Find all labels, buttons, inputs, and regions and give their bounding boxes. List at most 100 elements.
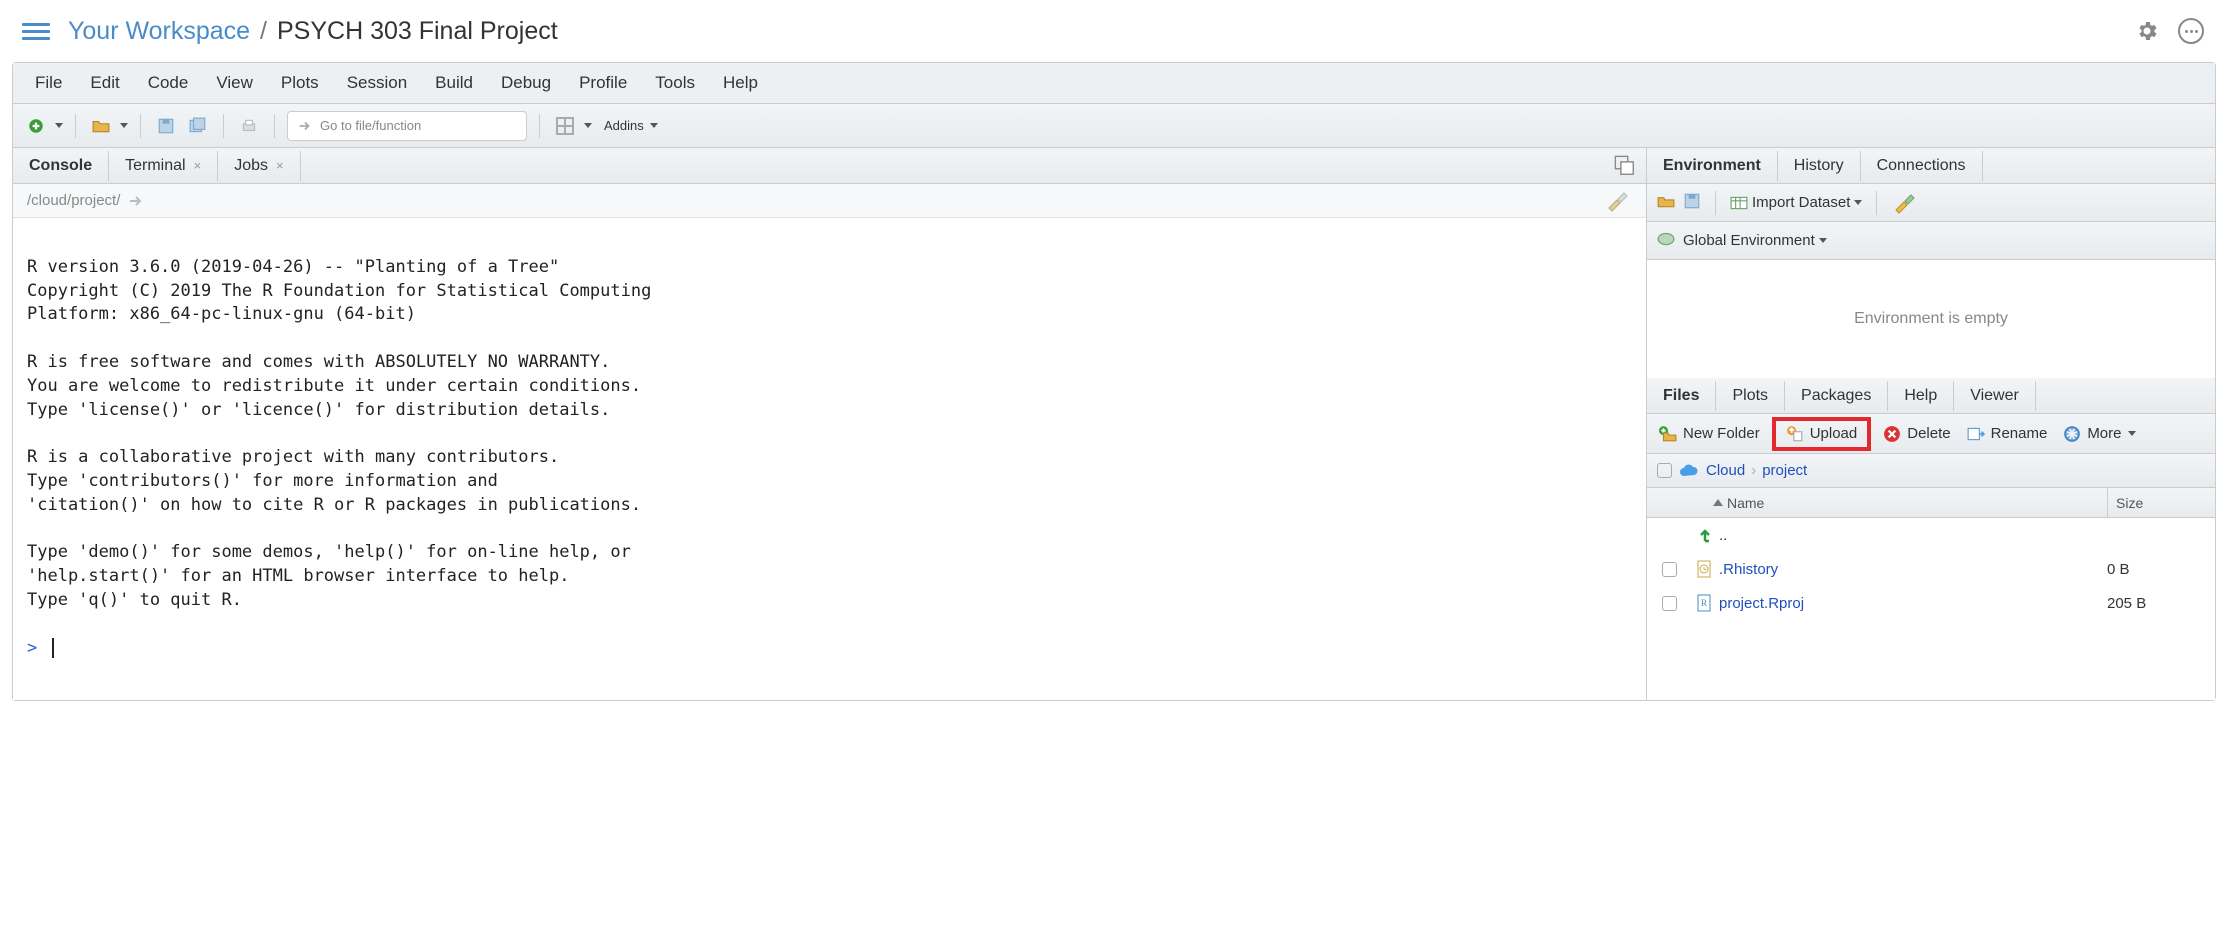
tab-connections[interactable]: Connections <box>1861 151 1983 181</box>
sort-asc-icon <box>1713 499 1723 506</box>
load-workspace-icon[interactable] <box>1657 192 1675 213</box>
clear-console-icon[interactable] <box>1604 188 1632 214</box>
console-path-row: /cloud/project/ <box>13 184 1646 218</box>
files-breadcrumb: Cloud › project <box>1647 454 2215 488</box>
file-checkbox[interactable] <box>1662 596 1677 611</box>
env-tabs: Environment History Connections <box>1647 148 2215 184</box>
save-workspace-icon[interactable] <box>1683 192 1701 213</box>
file-row[interactable]: .Rhistory 0 B <box>1647 552 2215 586</box>
upload-highlight: Upload <box>1772 417 1872 451</box>
goto-placeholder: Go to file/function <box>320 118 421 133</box>
import-dataset-button[interactable]: Import Dataset <box>1730 194 1862 212</box>
rhistory-file-icon <box>1691 560 1719 578</box>
new-file-caret[interactable] <box>55 123 63 128</box>
tab-plots-panel[interactable]: Plots <box>1716 381 1785 411</box>
save-all-icon[interactable] <box>185 113 211 139</box>
files-tabs: Files Plots Packages Help Viewer <box>1647 378 2215 414</box>
tab-environment[interactable]: Environment <box>1647 151 1778 181</box>
maximize-icon[interactable] <box>1614 155 1636 177</box>
print-icon[interactable] <box>236 113 262 139</box>
r-logo-icon <box>1657 230 1675 251</box>
gear-icon[interactable] <box>2132 16 2162 46</box>
tab-console[interactable]: Console <box>13 151 109 181</box>
tab-history[interactable]: History <box>1778 151 1861 181</box>
menu-file[interactable]: File <box>35 73 62 93</box>
crumb-cloud[interactable]: Cloud <box>1706 462 1745 479</box>
goto-file-input[interactable]: Go to file/function <box>287 111 527 141</box>
file-row-up[interactable]: .. <box>1647 518 2215 552</box>
tab-files[interactable]: Files <box>1647 381 1716 411</box>
env-empty-label: Environment is empty <box>1647 260 2215 378</box>
more-button[interactable]: More <box>2059 423 2139 445</box>
open-file-icon[interactable] <box>88 113 114 139</box>
file-list-header: Name Size <box>1647 488 2215 518</box>
addins-label: Addins <box>604 118 644 133</box>
tab-viewer[interactable]: Viewer <box>1954 381 2036 411</box>
close-icon[interactable]: × <box>276 158 284 173</box>
file-name: project.Rproj <box>1719 595 2107 612</box>
main-toolbar: Go to file/function Addins <box>13 104 2215 148</box>
menu-build[interactable]: Build <box>435 73 473 93</box>
crumb-project[interactable]: project <box>1762 462 1807 479</box>
new-file-icon[interactable] <box>23 113 49 139</box>
file-row[interactable]: R project.Rproj 205 B <box>1647 586 2215 620</box>
close-icon[interactable]: × <box>194 158 202 173</box>
env-toolbar: Import Dataset <box>1647 184 2215 222</box>
menubar: File Edit Code View Plots Session Build … <box>13 63 2215 104</box>
save-icon[interactable] <box>153 113 179 139</box>
menu-tools[interactable]: Tools <box>655 73 695 93</box>
svg-text:R: R <box>1701 598 1707 608</box>
new-folder-button[interactable]: New Folder <box>1655 423 1764 445</box>
project-title: PSYCH 303 Final Project <box>277 17 558 46</box>
left-column: Console Terminal× Jobs× /cloud/project/ … <box>13 148 1647 700</box>
menu-code[interactable]: Code <box>148 73 189 93</box>
path-arrow-icon[interactable] <box>128 194 144 208</box>
upload-button[interactable]: Upload <box>1782 423 1862 445</box>
tab-packages[interactable]: Packages <box>1785 381 1888 411</box>
console-path: /cloud/project/ <box>27 192 120 209</box>
addins-menu[interactable]: Addins <box>598 118 664 133</box>
rstudio-shell: File Edit Code View Plots Session Build … <box>12 62 2216 701</box>
console-output[interactable]: R version 3.6.0 (2019-04-26) -- "Plantin… <box>13 218 1646 700</box>
pane-layout-icon[interactable] <box>552 113 578 139</box>
delete-button[interactable]: Delete <box>1879 423 1954 445</box>
menu-profile[interactable]: Profile <box>579 73 627 93</box>
workspace-link[interactable]: Your Workspace <box>68 17 250 46</box>
breadcrumb-sep: / <box>250 17 277 46</box>
menu-debug[interactable]: Debug <box>501 73 551 93</box>
rproj-file-icon: R <box>1691 594 1719 612</box>
menu-help[interactable]: Help <box>723 73 758 93</box>
env-scope-toolbar: Global Environment <box>1647 222 2215 260</box>
tab-terminal[interactable]: Terminal× <box>109 151 218 181</box>
file-name: .Rhistory <box>1719 561 2107 578</box>
menu-edit[interactable]: Edit <box>90 73 119 93</box>
folder-up-icon <box>1697 527 1713 543</box>
clear-env-icon[interactable] <box>1891 190 1919 216</box>
file-name: .. <box>1719 527 2107 544</box>
right-column: Environment History Connections Import D… <box>1647 148 2215 700</box>
tab-jobs[interactable]: Jobs× <box>218 151 300 181</box>
pane-caret[interactable] <box>584 123 592 128</box>
env-scope-selector[interactable]: Global Environment <box>1683 232 1827 249</box>
col-name[interactable]: Name <box>1691 495 2107 511</box>
cloud-icon <box>1678 463 1700 479</box>
files-toolbar: New Folder Upload Delete Rename <box>1647 414 2215 454</box>
more-menu-icon[interactable] <box>2176 16 2206 46</box>
menu-view[interactable]: View <box>216 73 253 93</box>
console-prompt: > <box>27 638 37 658</box>
cursor <box>52 638 54 658</box>
console-tabs: Console Terminal× Jobs× <box>13 148 1646 184</box>
menu-session[interactable]: Session <box>347 73 407 93</box>
cloud-header: Your Workspace / PSYCH 303 Final Project <box>0 0 2228 62</box>
col-size[interactable]: Size <box>2107 488 2215 517</box>
rename-button[interactable]: Rename <box>1963 423 2052 445</box>
open-file-caret[interactable] <box>120 123 128 128</box>
tab-help[interactable]: Help <box>1888 381 1954 411</box>
chevron-icon: › <box>1751 462 1756 479</box>
hamburger-icon[interactable] <box>22 23 50 40</box>
select-all-checkbox[interactable] <box>1657 463 1672 478</box>
file-size: 205 B <box>2107 595 2215 612</box>
file-size: 0 B <box>2107 561 2215 578</box>
menu-plots[interactable]: Plots <box>281 73 319 93</box>
file-checkbox[interactable] <box>1662 562 1677 577</box>
